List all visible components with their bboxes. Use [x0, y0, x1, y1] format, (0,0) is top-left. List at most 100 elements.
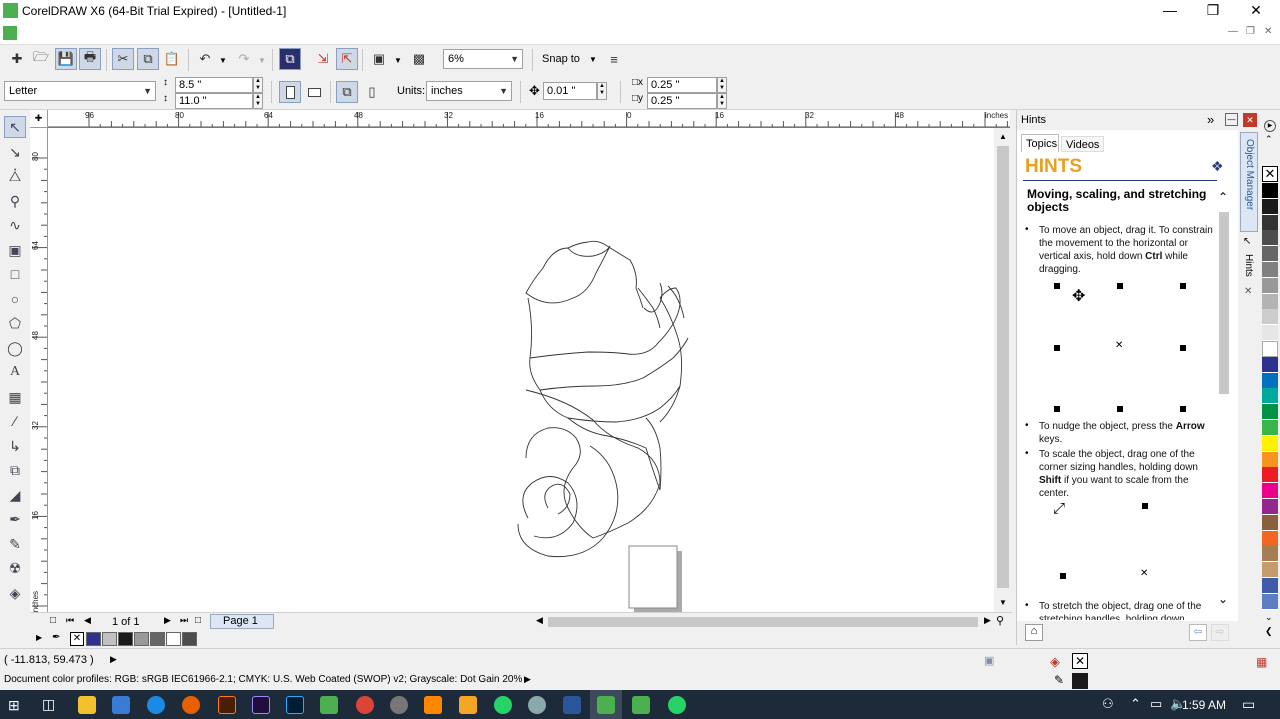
close-docker-tabs-icon[interactable]: ✕	[1244, 286, 1252, 297]
no-color-swatch[interactable]: ✕	[70, 632, 84, 646]
coreldraw-color-icon[interactable]	[632, 696, 650, 714]
color-swatch[interactable]	[1262, 435, 1278, 452]
color-swatch[interactable]	[1262, 451, 1278, 468]
docker-close-button[interactable]: ✕	[1243, 113, 1257, 127]
color-swatch[interactable]	[1262, 325, 1278, 342]
landscape-button[interactable]	[303, 81, 325, 103]
scroll-up-icon[interactable]: ▲	[999, 132, 1007, 141]
document-color-swatch[interactable]	[102, 632, 117, 646]
document-color-swatch[interactable]	[150, 632, 165, 646]
color-swatch[interactable]	[1262, 546, 1278, 563]
color-swatch[interactable]	[1262, 214, 1278, 231]
color-swatch[interactable]	[1262, 183, 1278, 199]
color-swatch[interactable]	[1262, 356, 1278, 373]
store-icon[interactable]	[112, 696, 130, 714]
app-icon[interactable]	[390, 696, 408, 714]
rectangle-tool-icon[interactable]: □	[4, 263, 26, 285]
next-page-icon[interactable]: ▶	[164, 615, 171, 626]
color-swatch[interactable]	[1262, 262, 1278, 278]
palette-menu-icon[interactable]: ▶	[1264, 120, 1276, 132]
color-swatch[interactable]	[1262, 483, 1278, 500]
launcher-dropdown-icon[interactable]: ▼	[394, 56, 402, 65]
current-page-button[interactable]: ▯	[361, 81, 383, 103]
interactive-fill-tool-icon[interactable]: ◈	[4, 582, 26, 604]
redo-dropdown-icon[interactable]: ▼	[258, 56, 266, 65]
cut-icon[interactable]: ✂	[112, 48, 134, 70]
import-icon[interactable]: ⇲	[312, 48, 334, 70]
document-color-swatch[interactable]	[86, 632, 101, 646]
export-icon[interactable]: ⇱	[336, 48, 358, 70]
palette-expand-icon[interactable]: ❮	[1265, 626, 1273, 637]
prev-page-icon[interactable]: ◀	[84, 615, 91, 626]
page-height-spinner[interactable]: ▲ ▼	[253, 93, 263, 109]
fill-color-swatch[interactable]: ✕	[1072, 653, 1088, 669]
file-explorer-icon[interactable]	[78, 696, 96, 714]
search-content-icon[interactable]: ⧉	[279, 48, 301, 70]
cloud-app-icon[interactable]	[528, 696, 546, 714]
hints-scrollbar[interactable]: ⌃ ⌄	[1217, 190, 1231, 608]
notifications-icon[interactable]: ▭	[1242, 696, 1255, 713]
application-launcher-icon[interactable]: ▣	[368, 48, 390, 70]
palette-scroll-up-icon[interactable]: ⌃	[1265, 134, 1273, 145]
no-fill-swatch[interactable]: ✕	[1262, 166, 1278, 182]
transparency-tool-icon[interactable]: ◢	[4, 484, 26, 506]
clock[interactable]: 1:59 AM	[1182, 698, 1226, 712]
forward-icon[interactable]: ⇨	[1211, 624, 1229, 641]
network-icon[interactable]: ▭	[1150, 696, 1162, 712]
polygon-tool-icon[interactable]: ⬠	[4, 312, 26, 334]
hints-scroll-up-icon[interactable]: ⌃	[1218, 190, 1228, 204]
duplicate-x-spinner[interactable]: ▲ ▼	[717, 77, 727, 93]
eyedropper-icon[interactable]: ✒	[52, 632, 60, 643]
fill-tool-icon[interactable]: ☢	[4, 557, 26, 579]
color-profile-info[interactable]: Document color profiles: RGB: sRGB IEC61…	[4, 674, 522, 685]
units-select[interactable]: inches ▼	[426, 81, 512, 101]
color-swatch[interactable]	[1262, 514, 1278, 531]
horizontal-ruler[interactable]: 96 80 64 48 32 16 0 16 32 48 inches	[48, 110, 1010, 128]
zoom-navigator-icon[interactable]: ⚲	[996, 614, 1004, 627]
coreldraw-active-task[interactable]	[590, 690, 622, 719]
duplicate-y-spinner[interactable]: ▲ ▼	[717, 93, 727, 109]
crop-tool-icon[interactable]: ⧊	[4, 165, 26, 187]
first-page-icon[interactable]: ⏮	[66, 615, 74, 626]
palette-scroll-down-icon[interactable]: ⌄	[1265, 612, 1273, 623]
color-swatch[interactable]	[1262, 293, 1278, 310]
maximize-button[interactable]: ❐	[1193, 0, 1233, 22]
nudge-spinner[interactable]: ▲ ▼	[597, 82, 607, 100]
page-tab[interactable]: Page 1	[210, 614, 274, 629]
dimension-tool-icon[interactable]: ∕	[4, 410, 26, 432]
tray-chevron-icon[interactable]: ⌃	[1130, 696, 1141, 712]
color-swatch[interactable]	[1262, 562, 1278, 579]
page-width-field[interactable]: 8.5 "	[175, 77, 253, 93]
minimize-button[interactable]: —	[1150, 0, 1190, 22]
tab-object-manager[interactable]: Object Manager	[1240, 132, 1258, 232]
photoshop-icon[interactable]	[286, 696, 304, 714]
page-width-spinner[interactable]: ▲ ▼	[253, 77, 263, 93]
color-swatch[interactable]	[1262, 198, 1278, 215]
color-swatch[interactable]	[1262, 277, 1278, 294]
whatsapp-icon[interactable]	[494, 696, 512, 714]
vertical-ruler[interactable]: 80 64 48 32 16 inches	[30, 128, 48, 614]
h-scroll-right-icon[interactable]: ▶	[984, 615, 991, 626]
ruler-origin[interactable]: ✚	[30, 110, 48, 128]
open-icon[interactable]: 🗁	[30, 48, 52, 70]
edit-colors-icon[interactable]: ▦	[1256, 655, 1267, 669]
docker-expand-icon[interactable]: »	[1207, 112, 1214, 127]
outline-pen-tool-icon[interactable]: ✎	[4, 533, 26, 555]
outline-color-swatch[interactable]	[1072, 673, 1088, 689]
home-icon[interactable]: ⌂	[1025, 624, 1043, 641]
color-swatch[interactable]	[1262, 530, 1278, 547]
color-swatch[interactable]	[1262, 404, 1278, 421]
connector-tool-icon[interactable]: ↳	[4, 435, 26, 457]
color-swatch[interactable]	[1262, 593, 1278, 610]
book-icon[interactable]: ❖	[1211, 158, 1224, 175]
tab-hints[interactable]: Hints ↖	[1240, 236, 1258, 282]
fill-indicator-icon[interactable]: ◈	[1050, 654, 1060, 670]
color-swatch[interactable]	[1262, 246, 1278, 263]
page-size-select[interactable]: Letter ▼	[4, 81, 156, 101]
snap-to-dropdown[interactable]: Snap to ▼	[542, 53, 597, 65]
ellipse-tool-icon[interactable]: ○	[4, 288, 26, 310]
start-button[interactable]: ⊞	[8, 697, 20, 714]
color-swatch[interactable]	[1262, 420, 1278, 436]
hints-scroll-thumb[interactable]	[1219, 212, 1229, 394]
pick-tool-icon[interactable]: ↖	[4, 116, 26, 138]
